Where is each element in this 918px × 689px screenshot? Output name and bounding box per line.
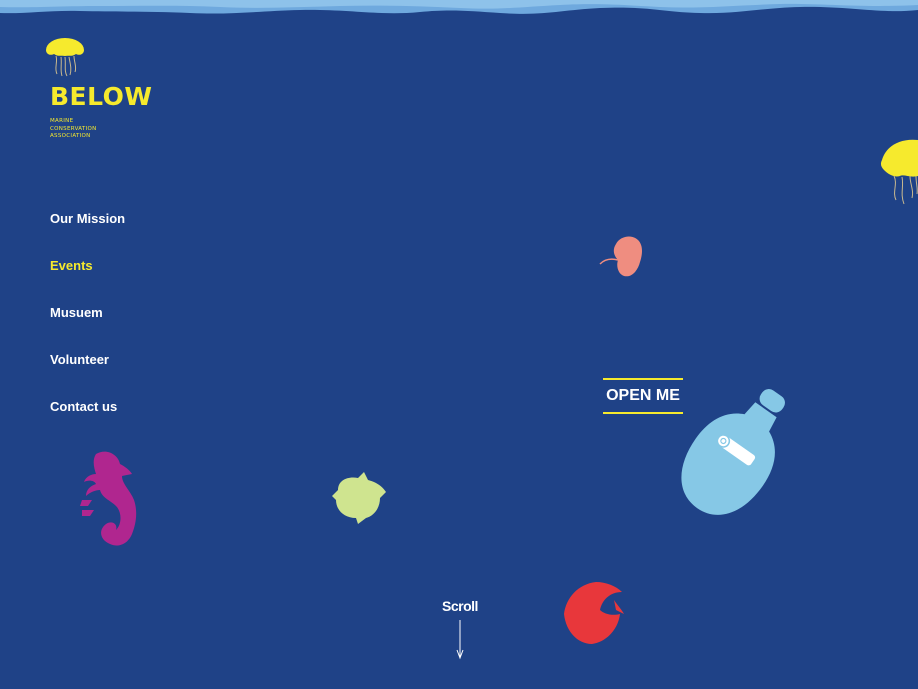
brand-tagline: MARINE CONSERVATION ASSOCIATION (50, 118, 97, 141)
seahorse-icon[interactable] (78, 450, 140, 548)
tagline-line: ASSOCIATION (50, 133, 91, 139)
turtle-icon[interactable] (330, 470, 390, 526)
nav-item-contact-us[interactable]: Contact us (50, 399, 125, 446)
tagline-line: MARINE (50, 118, 74, 124)
nav-item-our-mission[interactable]: Our Mission (50, 211, 125, 258)
surface-wave (0, 0, 918, 24)
main-nav: Our Mission Events Musuem Volunteer Cont… (50, 211, 125, 446)
jellyfish-logo-icon[interactable] (44, 38, 86, 78)
tagline-line: CONSERVATION (50, 125, 97, 132)
nav-item-events[interactable]: Events (50, 258, 125, 305)
scroll-label[interactable]: Scroll (438, 598, 482, 614)
nav-item-museum[interactable]: Musuem (50, 305, 125, 352)
nav-item-volunteer[interactable]: Volunteer (50, 352, 125, 399)
fish-icon[interactable] (560, 580, 626, 646)
brand-name[interactable]: BELOW (50, 82, 153, 111)
bottle-message-icon[interactable] (672, 382, 798, 526)
open-me-button[interactable]: OPEN ME (603, 378, 683, 414)
creature-icon[interactable] (598, 234, 646, 280)
jellyfish-icon[interactable] (880, 138, 918, 210)
scroll-arrow-icon[interactable] (454, 620, 466, 660)
